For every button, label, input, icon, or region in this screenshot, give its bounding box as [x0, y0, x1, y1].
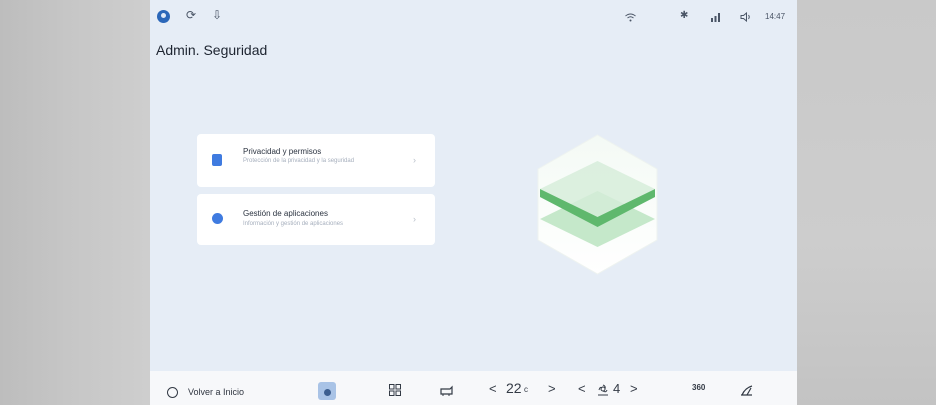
card-apps[interactable]: Gestión de aplicaciones Información y ge…: [197, 194, 435, 245]
fan-decrease-button[interactable]: <: [578, 381, 586, 396]
temperature-unit: c: [524, 385, 528, 394]
temperature-value: 22: [506, 380, 522, 396]
apps-icon: [212, 213, 223, 224]
chevron-right-icon: ›: [413, 155, 416, 165]
page-title: Admin. Seguridad: [156, 42, 268, 58]
wifi-icon: [625, 13, 636, 22]
right-background: [797, 0, 936, 405]
card-apps-title: Gestión de aplicaciones: [243, 209, 328, 218]
download-icon: ⇩: [212, 8, 223, 22]
security-shield-illustration: [537, 134, 658, 275]
sync-icon: ⟳: [186, 8, 197, 22]
wiper-icon[interactable]: [740, 384, 754, 396]
bottom-bar: Volver a Inicio < 22 c > < 4 > 360: [150, 371, 797, 405]
card-privacy[interactable]: Privacidad y permisos Protección de la p…: [197, 134, 435, 187]
car-screen: ⟳ ⇩ ✱ 14:47 Admin. Seguridad Privacidad …: [150, 0, 797, 405]
fan-increase-button[interactable]: >: [630, 381, 638, 396]
privacy-icon: [212, 154, 222, 166]
chevron-right-icon: ›: [413, 214, 416, 224]
current-app-icon[interactable]: [318, 382, 336, 400]
temp-increase-button[interactable]: >: [548, 381, 556, 396]
view-360-button[interactable]: 360: [692, 383, 705, 392]
apps-grid-icon[interactable]: [389, 384, 401, 396]
profile-icon[interactable]: [157, 10, 170, 23]
card-privacy-title: Privacidad y permisos: [243, 147, 322, 156]
bluetooth-icon: ✱: [680, 10, 689, 21]
card-apps-subtitle: Información y gestión de aplicaciones: [243, 221, 344, 227]
fan-level: 4: [613, 381, 621, 396]
card-privacy-subtitle: Protección de la privacidad y la segurid…: [243, 158, 355, 164]
fan-icon: [598, 384, 608, 396]
status-time: 14:47: [765, 12, 786, 21]
volume-icon: [740, 12, 750, 22]
temp-decrease-button[interactable]: <: [489, 381, 497, 396]
home-icon[interactable]: [167, 387, 178, 398]
home-label[interactable]: Volver a Inicio: [188, 387, 244, 397]
status-bar: ⟳ ⇩ ✱ 14:47: [150, 0, 797, 34]
car-icon[interactable]: [440, 385, 454, 396]
signal-icon: [711, 13, 720, 22]
